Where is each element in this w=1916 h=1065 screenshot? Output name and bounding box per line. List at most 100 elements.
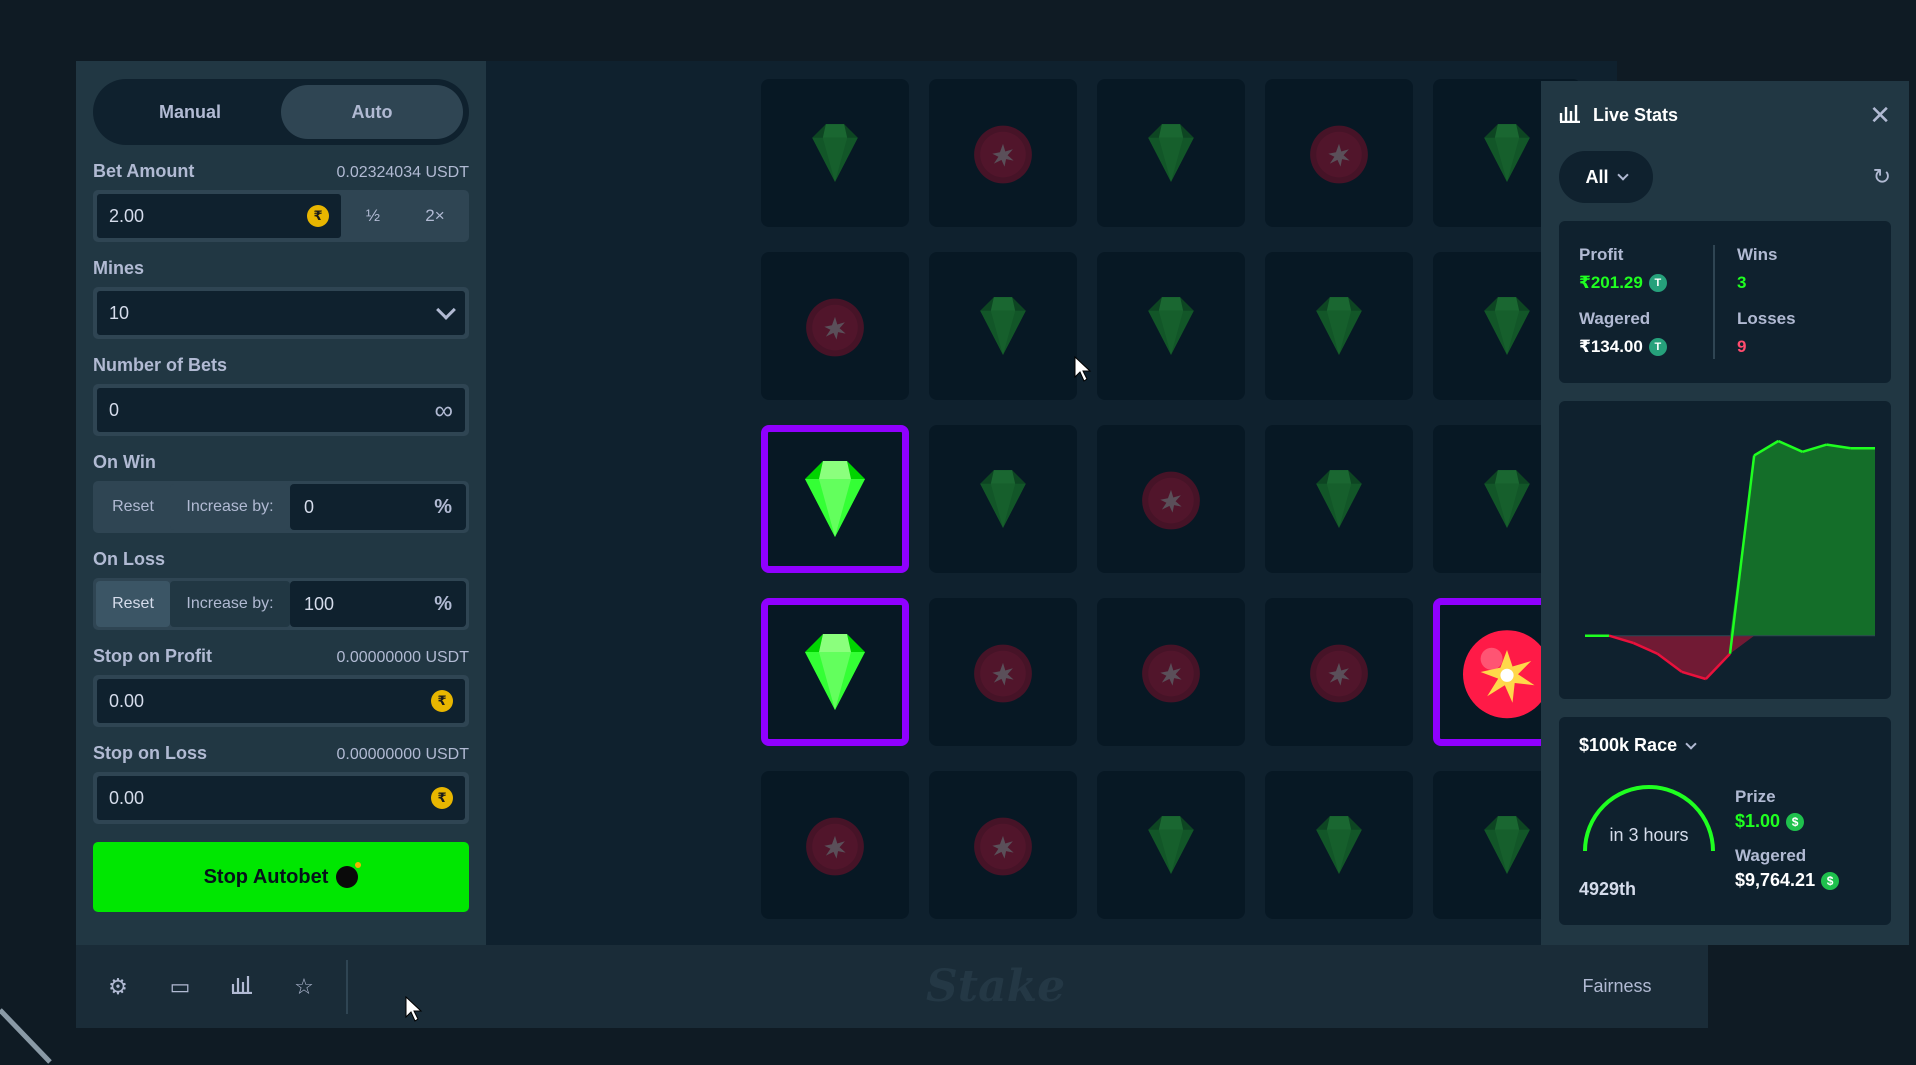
on-win-row: Reset Increase by: 0 % bbox=[93, 481, 469, 533]
mine-tile[interactable] bbox=[1265, 79, 1413, 227]
gem-tile[interactable] bbox=[1097, 771, 1245, 919]
on-loss-percent-input[interactable]: 100 % bbox=[290, 581, 466, 627]
mine-icon bbox=[965, 807, 1041, 883]
on-loss-increase-button[interactable]: Increase by: bbox=[170, 581, 290, 627]
mine-icon bbox=[965, 115, 1041, 191]
losses-label: Losses bbox=[1737, 309, 1796, 328]
race-time-left: in 3 hours bbox=[1609, 825, 1689, 845]
settings-icon[interactable]: ⚙ bbox=[106, 974, 130, 1000]
dollar-coin-icon: $ bbox=[1821, 871, 1840, 890]
mines-header: Mines bbox=[93, 258, 469, 279]
stop-on-loss-label: Stop on Loss bbox=[93, 743, 207, 763]
stop-on-profit-row: 0.00 ₹ bbox=[93, 675, 469, 727]
bet-controls-sidebar: Manual Auto Bet Amount 0.02324034 USDT 2… bbox=[76, 61, 486, 945]
on-win-reset-button[interactable]: Reset bbox=[96, 484, 170, 530]
tab-manual[interactable]: Manual bbox=[99, 85, 281, 139]
tab-auto[interactable]: Auto bbox=[281, 85, 463, 139]
gem-tile[interactable] bbox=[1265, 771, 1413, 919]
mine-icon bbox=[1301, 115, 1377, 191]
mine-tile[interactable] bbox=[1097, 598, 1245, 746]
on-win-percent-input[interactable]: 0 % bbox=[290, 484, 466, 530]
game-footer: ⚙ ▭ ☆ Stake Fairness bbox=[76, 945, 1708, 1028]
rupee-coin-icon: ₹ bbox=[431, 690, 453, 712]
stop-on-profit-input[interactable]: 0.00 ₹ bbox=[96, 678, 466, 724]
mouse-cursor bbox=[1074, 355, 1092, 387]
mines-game-frame: Manual Auto Bet Amount 0.02324034 USDT 2… bbox=[76, 61, 1708, 1028]
race-rank: 4929th bbox=[1579, 879, 1637, 899]
selected-gem-tile[interactable] bbox=[761, 425, 909, 573]
mine-tile[interactable] bbox=[761, 771, 909, 919]
mine-tile[interactable] bbox=[1265, 598, 1413, 746]
mine-icon bbox=[797, 807, 873, 883]
favourite-star-icon[interactable]: ☆ bbox=[292, 974, 316, 1000]
stats-filter-value: All bbox=[1585, 166, 1609, 187]
gem-icon bbox=[1469, 461, 1545, 537]
wagered-value: ₹134.00 T bbox=[1579, 337, 1713, 357]
wagered-amount: ₹134.00 bbox=[1579, 337, 1643, 356]
tether-coin-icon: T bbox=[1648, 338, 1667, 356]
selected-gem-tile[interactable] bbox=[761, 598, 909, 746]
stop-on-loss-input[interactable]: 0.00 ₹ bbox=[96, 775, 466, 821]
mine-icon bbox=[1133, 634, 1209, 710]
gem-tile[interactable] bbox=[929, 252, 1077, 400]
gem-tile[interactable] bbox=[761, 79, 909, 227]
fairness-link[interactable]: Fairness bbox=[1526, 976, 1708, 997]
number-of-bets-header: Number of Bets bbox=[93, 355, 469, 376]
wagered-label: Wagered bbox=[1579, 309, 1651, 328]
half-bet-button[interactable]: ½ bbox=[342, 193, 404, 239]
gem-icon bbox=[1301, 288, 1377, 364]
gem-icon bbox=[797, 115, 873, 191]
number-of-bets-input[interactable]: 0 ∞ bbox=[96, 387, 466, 433]
gem-icon bbox=[1301, 807, 1377, 883]
on-win-percent-value: 0 bbox=[304, 496, 315, 517]
race-title-row[interactable]: $100k Race bbox=[1579, 735, 1871, 756]
mine-tile[interactable] bbox=[929, 79, 1077, 227]
mode-toggle: Manual Auto bbox=[93, 79, 469, 145]
on-loss-percent-value: 100 bbox=[304, 593, 335, 614]
mine-tile[interactable] bbox=[1097, 425, 1245, 573]
mine-tile[interactable] bbox=[929, 771, 1077, 919]
mine-tile[interactable] bbox=[761, 252, 909, 400]
on-win-increase-button[interactable]: Increase by: bbox=[170, 484, 290, 530]
gem-tile[interactable] bbox=[1097, 79, 1245, 227]
race-card: $100k Race in 3 hours 4929th Prize $1.00… bbox=[1559, 717, 1891, 925]
mine-tile[interactable] bbox=[929, 598, 1077, 746]
stop-on-profit-header: Stop on Profit 0.00000000 USDT bbox=[93, 646, 469, 667]
gem-tile[interactable] bbox=[1097, 252, 1245, 400]
race-wagered-value: $9,764.21 $ bbox=[1735, 870, 1840, 891]
theatre-mode-icon[interactable]: ▭ bbox=[168, 974, 192, 1000]
mines-board bbox=[486, 61, 1617, 945]
stop-autobet-button[interactable]: Stop Autobet bbox=[93, 842, 469, 912]
gem-icon bbox=[785, 449, 885, 549]
rupee-coin-icon: ₹ bbox=[307, 205, 329, 227]
on-loss-reset-button[interactable]: Reset bbox=[96, 581, 170, 627]
refresh-icon[interactable]: ↻ bbox=[1873, 164, 1891, 190]
close-icon[interactable]: ✕ bbox=[1869, 100, 1891, 131]
race-details: Prize $1.00 $ Wagered $9,764.21 $ bbox=[1735, 787, 1840, 905]
stake-logo: Stake bbox=[926, 961, 1066, 1012]
stats-filter-select[interactable]: All bbox=[1559, 151, 1653, 203]
profit-chart-svg bbox=[1585, 439, 1875, 681]
mine-icon bbox=[1133, 461, 1209, 537]
rupee-coin-icon: ₹ bbox=[431, 787, 453, 809]
race-prize-label: Prize bbox=[1735, 787, 1776, 806]
gem-tile[interactable] bbox=[1265, 252, 1413, 400]
live-stats-panel: Live Stats ✕ All ↻ Profit ₹201.29 T Wage… bbox=[1541, 81, 1909, 945]
number-of-bets-row: 0 ∞ bbox=[93, 384, 469, 436]
gem-tile[interactable] bbox=[929, 425, 1077, 573]
bet-amount-input[interactable]: 2.00 ₹ bbox=[96, 193, 342, 239]
mines-value: 10 bbox=[109, 302, 130, 323]
gem-icon bbox=[1469, 288, 1545, 364]
number-of-bets-value: 0 bbox=[109, 399, 120, 420]
mines-select[interactable]: 10 bbox=[96, 290, 466, 336]
mine-icon bbox=[797, 288, 873, 364]
gem-icon bbox=[785, 622, 885, 722]
live-stats-icon[interactable] bbox=[230, 974, 254, 1000]
decorative-sword-icon bbox=[0, 1008, 52, 1064]
double-bet-button[interactable]: 2× bbox=[404, 193, 466, 239]
gem-icon bbox=[1133, 807, 1209, 883]
stats-summary-card: Profit ₹201.29 T Wagered ₹134.00 T Wins … bbox=[1559, 221, 1891, 383]
gem-icon bbox=[965, 288, 1041, 364]
stop-on-profit-conversion: 0.00000000 USDT bbox=[336, 649, 469, 666]
gem-tile[interactable] bbox=[1265, 425, 1413, 573]
